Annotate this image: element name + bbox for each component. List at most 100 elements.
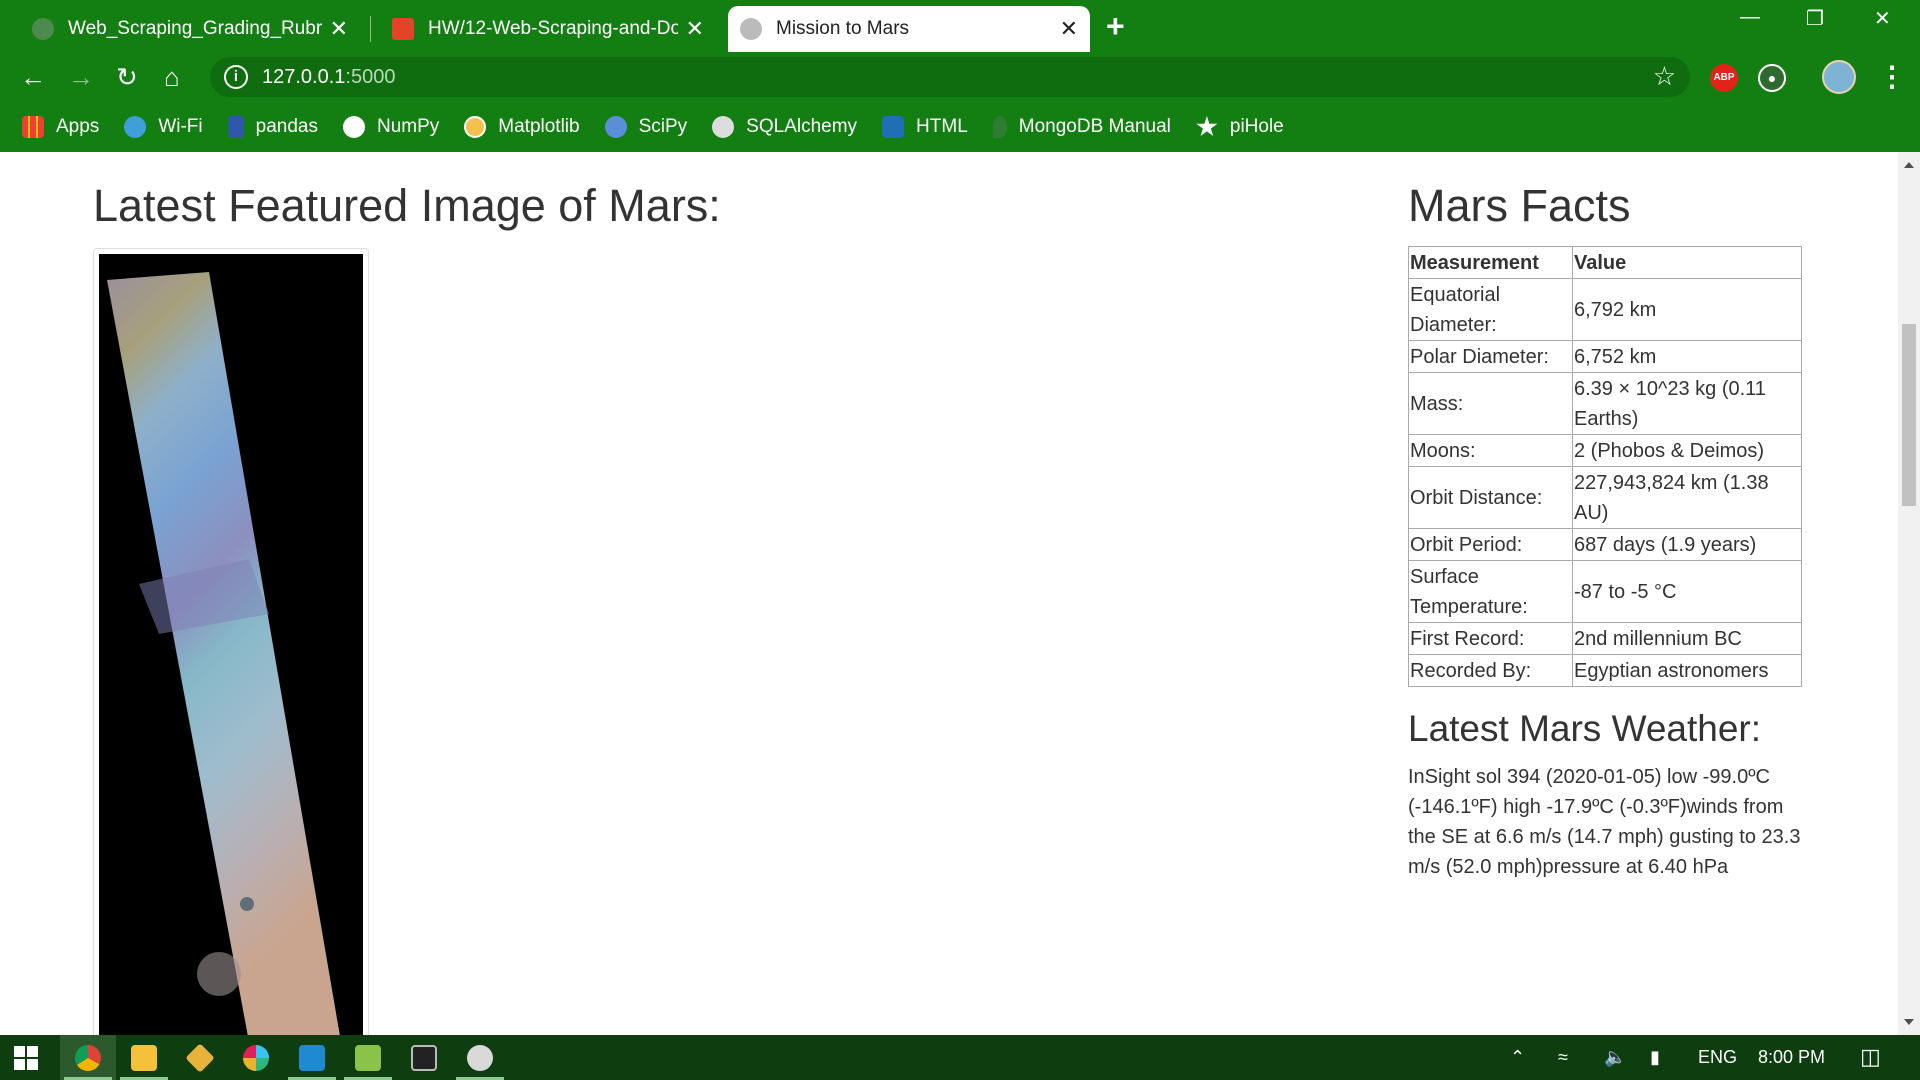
restore-icon[interactable]: ❐ [1806, 6, 1824, 31]
minimize-icon[interactable]: — [1740, 6, 1760, 29]
tab-gitlab[interactable]: HW/12-Web-Scraping-and-Docu ✕ [380, 6, 716, 52]
bookmark-label: Wi-Fi [158, 116, 203, 137]
matplotlib-icon [464, 116, 487, 138]
windows-start-icon[interactable] [14, 1046, 38, 1070]
bookmark-pandas[interactable]: pandas [227, 116, 318, 138]
bookmark-sqlalchemy[interactable]: SQLAlchemy [712, 116, 857, 138]
browser-toolbar: ← → ↻ ⌂ i 127.0.0.1:5000 ☆ ABP ● ⋮ [0, 52, 1920, 102]
bookmark-numpy[interactable]: NumPy [342, 116, 439, 138]
value-cell: Egyptian astronomers [1572, 654, 1802, 687]
measurement-cell: Surface Temperature: [1408, 560, 1573, 623]
page-viewport: Latest Featured Image of Mars: Mars Fact… [0, 152, 1898, 1035]
bookmark-label: pandas [255, 116, 318, 137]
taskbar-paint[interactable] [452, 1035, 508, 1080]
bookmark-mongodb[interactable]: MongoDB Manual [992, 116, 1171, 138]
file-explorer-icon [131, 1044, 157, 1071]
pandas-icon [227, 116, 244, 138]
bookmark-label: HTML [916, 116, 968, 137]
bookmark-label: piHole [1229, 116, 1284, 137]
table-row: First Record: 2nd millennium BC [1408, 622, 1802, 655]
close-tab-icon[interactable]: ✕ [330, 16, 348, 42]
wifi-icon[interactable]: ≈ [1558, 1047, 1568, 1068]
tab-title: HW/12-Web-Scraping-and-Docu [428, 18, 678, 39]
taskbar-vscode[interactable] [284, 1035, 340, 1080]
tab-mission-to-mars[interactable]: Mission to Mars ✕ [728, 6, 1090, 52]
scroll-up-arrow-icon[interactable] [1904, 162, 1914, 168]
mars-featured-image [99, 254, 363, 1035]
tab-rubric[interactable]: Web_Scraping_Grading_Rubric.pd ✕ [20, 6, 360, 52]
taskbar-chrome[interactable] [60, 1035, 116, 1080]
language-indicator[interactable]: ENG [1698, 1047, 1737, 1068]
att-globe-icon [124, 116, 147, 138]
bookmark-html[interactable]: HTML [882, 116, 968, 138]
bookmark-matplotlib[interactable]: Matplotlib [464, 116, 580, 138]
taskbar-slack[interactable] [228, 1035, 284, 1080]
adblock-plus-icon[interactable]: ABP [1710, 64, 1738, 92]
taskbar-file-explorer[interactable] [116, 1035, 172, 1080]
measurement-cell: Moons: [1408, 434, 1573, 467]
vertical-scrollbar[interactable] [1898, 152, 1920, 1035]
pihole-icon [1196, 116, 1218, 137]
plus-icon[interactable]: + [1106, 8, 1125, 45]
git-icon [185, 1042, 215, 1073]
taskbar-terminal[interactable] [396, 1035, 452, 1080]
notifications-icon[interactable]: ◫ [1860, 1044, 1881, 1070]
close-window-icon[interactable]: ✕ [1874, 6, 1891, 31]
table-row: Mass: 6.39 × 10^23 kg (0.11 Earths) [1408, 372, 1802, 435]
table-row: Orbit Period: 687 days (1.9 years) [1408, 528, 1802, 561]
close-tab-icon[interactable]: ✕ [1060, 16, 1078, 42]
forward-arrow-icon[interactable]: → [68, 62, 94, 92]
url-host: 127.0.0.1 [262, 66, 346, 88]
value-cell: 227,943,824 km (1.38 AU) [1572, 466, 1802, 529]
lightbulb-icon[interactable]: ● [1758, 64, 1786, 92]
clock[interactable]: 8:00 PM [1758, 1047, 1825, 1068]
tab-strip: Web_Scraping_Grading_Rubric.pd ✕ HW/12-W… [0, 0, 1920, 52]
bookmark-star-icon[interactable]: ☆ [1653, 61, 1676, 92]
bookmark-scipy[interactable]: SciPy [604, 116, 688, 138]
globe-icon [740, 18, 762, 40]
bookmark-label: SciPy [638, 116, 688, 137]
sqlalchemy-icon [712, 116, 735, 138]
slack-icon [243, 1044, 269, 1071]
avatar[interactable] [1822, 60, 1856, 94]
scrollbar-thumb[interactable] [1902, 324, 1916, 506]
bookmark-label: SQLAlchemy [746, 116, 858, 137]
close-tab-icon[interactable]: ✕ [686, 16, 704, 42]
value-cell: 687 days (1.9 years) [1572, 528, 1802, 561]
volume-icon[interactable]: 🔈 [1604, 1047, 1626, 1068]
html-icon [882, 116, 905, 138]
bookmark-wifi[interactable]: Wi-Fi [124, 116, 203, 138]
home-icon[interactable]: ⌂ [164, 62, 180, 92]
bookmark-apps[interactable]: Apps [22, 116, 99, 138]
reload-icon[interactable]: ↻ [116, 62, 138, 92]
measurement-cell: Recorded By: [1408, 654, 1573, 687]
mars-weather-heading: Latest Mars Weather: [1408, 708, 1762, 749]
measurement-cell: First Record: [1408, 622, 1573, 655]
value-cell: 2 (Phobos & Deimos) [1572, 434, 1802, 467]
taskbar-notepad[interactable] [340, 1035, 396, 1080]
tab-title: Mission to Mars [776, 18, 910, 39]
tab-title: Web_Scraping_Grading_Rubric.pd [68, 18, 322, 39]
chevron-up-icon[interactable]: ⌃ [1510, 1047, 1525, 1068]
menu-kebab-icon[interactable]: ⋮ [1878, 60, 1906, 93]
mars-facts-heading: Mars Facts [1408, 180, 1631, 231]
scroll-down-arrow-icon[interactable] [1904, 1019, 1914, 1025]
back-arrow-icon[interactable]: ← [20, 62, 46, 92]
info-icon[interactable]: i [224, 65, 248, 89]
address-bar[interactable]: i 127.0.0.1:5000 ☆ [210, 57, 1690, 97]
bookmark-label: Matplotlib [498, 116, 580, 137]
globe-icon [32, 18, 54, 40]
notepad-icon [355, 1044, 381, 1071]
bookmark-label: MongoDB Manual [1018, 116, 1171, 137]
battery-icon[interactable]: ▮ [1650, 1047, 1660, 1068]
taskbar-git[interactable] [172, 1035, 228, 1080]
column-header: Measurement [1408, 246, 1573, 279]
measurement-cell: Equatorial Diameter: [1408, 278, 1573, 341]
mars-facts-table: Measurement Value Equatorial Diameter: 6,… [1408, 246, 1802, 687]
featured-image[interactable] [93, 248, 369, 1035]
value-cell: 6.39 × 10^23 kg (0.11 Earths) [1572, 372, 1802, 435]
chrome-icon [75, 1044, 101, 1071]
table-row: Orbit Distance: 227,943,824 km (1.38 AU) [1408, 466, 1802, 529]
bookmark-pihole[interactable]: piHole [1196, 116, 1284, 138]
measurement-cell: Orbit Period: [1408, 528, 1573, 561]
